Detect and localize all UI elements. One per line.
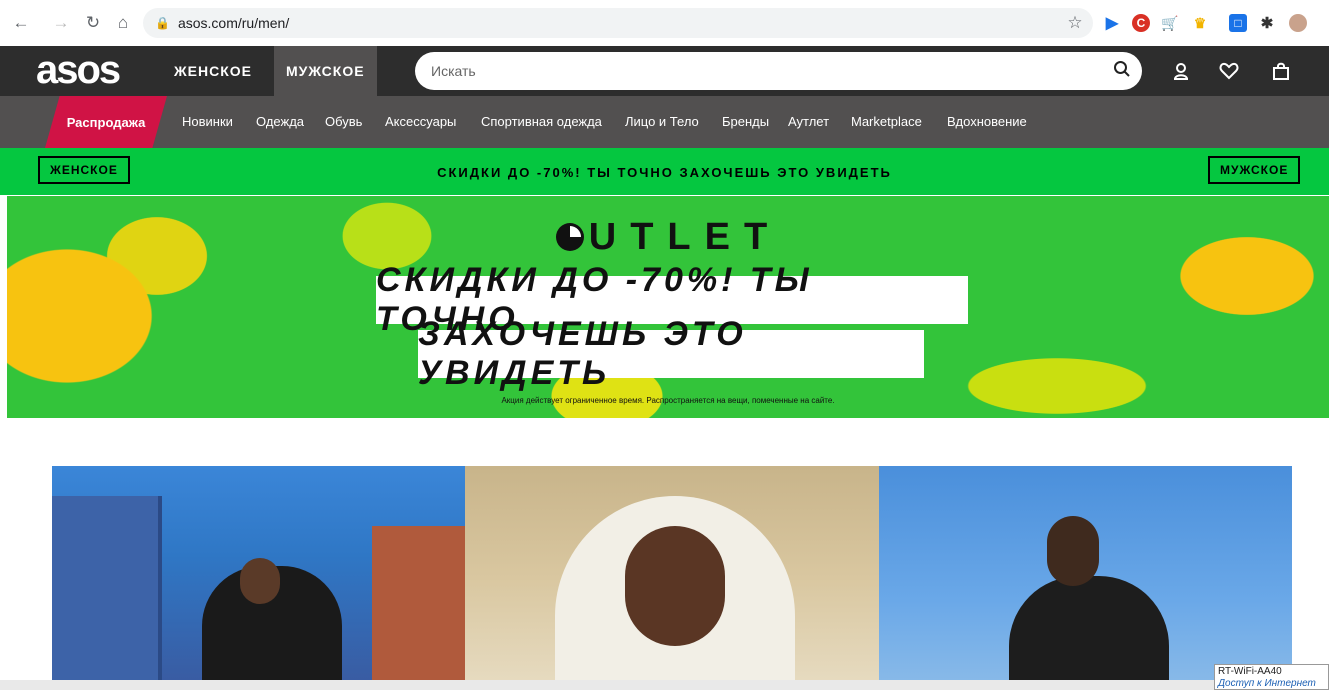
home-icon[interactable]: ⌂ (110, 10, 136, 36)
bookmark-star-icon[interactable]: ☆ (1062, 10, 1088, 36)
photo-men-sweater[interactable] (878, 466, 1292, 690)
nav-marketplace[interactable]: Marketplace (851, 114, 922, 129)
promo-men-button[interactable]: МУЖСКОЕ (1208, 156, 1301, 184)
search-icon[interactable] (1102, 60, 1142, 83)
nav-shoes[interactable]: Обувь (325, 114, 362, 129)
nav-new[interactable]: Новинки (182, 114, 233, 129)
nav-clothing[interactable]: Одежда (256, 114, 304, 129)
cart-extension-icon[interactable]: 🛒 (1161, 14, 1179, 32)
nav-brands[interactable]: Бренды (722, 114, 769, 129)
nav-inspiration[interactable]: Вдохновение (947, 114, 1027, 129)
asos-logo[interactable]: asos (36, 48, 121, 93)
search-input[interactable] (431, 63, 1102, 79)
extensions-puzzle-icon[interactable]: ✱ (1258, 14, 1276, 32)
horizontal-scrollbar[interactable] (0, 680, 1329, 690)
tooltip-network: RT-WiFi-AA40 (1218, 666, 1282, 677)
nav-face-body[interactable]: Лицо и Тело (625, 114, 699, 129)
account-icon[interactable] (1168, 58, 1194, 84)
play-extension-icon[interactable]: ▶ (1103, 14, 1121, 32)
search-box (415, 52, 1142, 90)
outlet-o-icon (555, 223, 584, 251)
hero-headline-line2: ЗАХОЧЕШЬ ЭТО УВИДЕТЬ (418, 315, 924, 392)
heart-icon[interactable] (1216, 58, 1242, 84)
adblock-extension-icon[interactable]: C (1132, 14, 1150, 32)
address-bar[interactable]: 🔒 asos.com/ru/men/ (143, 8, 1093, 38)
back-icon[interactable]: ← (8, 10, 34, 36)
outlet-title: UTLET (7, 216, 1329, 259)
browser-toolbar: ← → ↻ ⌂ 🔒 asos.com/ru/men/ ☆ ▶ C 🛒 ♛ □ ✱ (0, 0, 1329, 46)
site-header: asos ЖЕНСКОЕ МУЖСКОЕ (0, 46, 1329, 96)
wifi-tooltip: RT-WiFi-AA40 Доступ к Интернет (1214, 664, 1329, 690)
nav-sale[interactable]: Распродажа (45, 96, 167, 148)
tab-men[interactable]: МУЖСКОЕ (274, 46, 377, 96)
hero-photos (52, 466, 1292, 690)
nav-outlet[interactable]: Аутлет (788, 114, 829, 129)
tooltip-status: Доступ к Интернет (1218, 678, 1316, 689)
photo-men-hoodie[interactable] (465, 466, 879, 690)
tab-women[interactable]: ЖЕНСКОЕ (162, 46, 264, 96)
nav-sportswear[interactable]: Спортивная одежда (481, 114, 602, 129)
nav-accessories[interactable]: Аксессуары (385, 114, 456, 129)
photo-men-containers[interactable] (52, 466, 466, 690)
forward-icon[interactable]: → (48, 10, 74, 36)
crown-extension-icon[interactable]: ♛ (1191, 14, 1209, 32)
hero-disclaimer: Акция действует ограниченное время. Расп… (501, 396, 835, 405)
bag-icon[interactable] (1268, 58, 1294, 84)
category-nav: Распродажа Новинки Одежда Обувь Аксессуа… (0, 96, 1329, 148)
promo-bar: ЖЕНСКОЕ СКИДКИ ДО -70%! ТЫ ТОЧНО ЗАХОЧЕШ… (0, 148, 1329, 195)
outlet-hero-banner[interactable]: UTLET СКИДКИ ДО -70%! ТЫ ТОЧНО ЗАХОЧЕШЬ … (7, 196, 1329, 418)
promo-text[interactable]: СКИДКИ ДО -70%! ТЫ ТОЧНО ЗАХОЧЕШЬ ЭТО УВ… (0, 165, 1329, 180)
profile-avatar[interactable] (1289, 14, 1307, 32)
url-text: asos.com/ru/men/ (177, 15, 290, 31)
bookmark-extension-icon[interactable]: □ (1229, 14, 1247, 32)
lock-icon: 🔒 (155, 16, 170, 30)
reload-icon[interactable]: ↻ (80, 10, 106, 36)
